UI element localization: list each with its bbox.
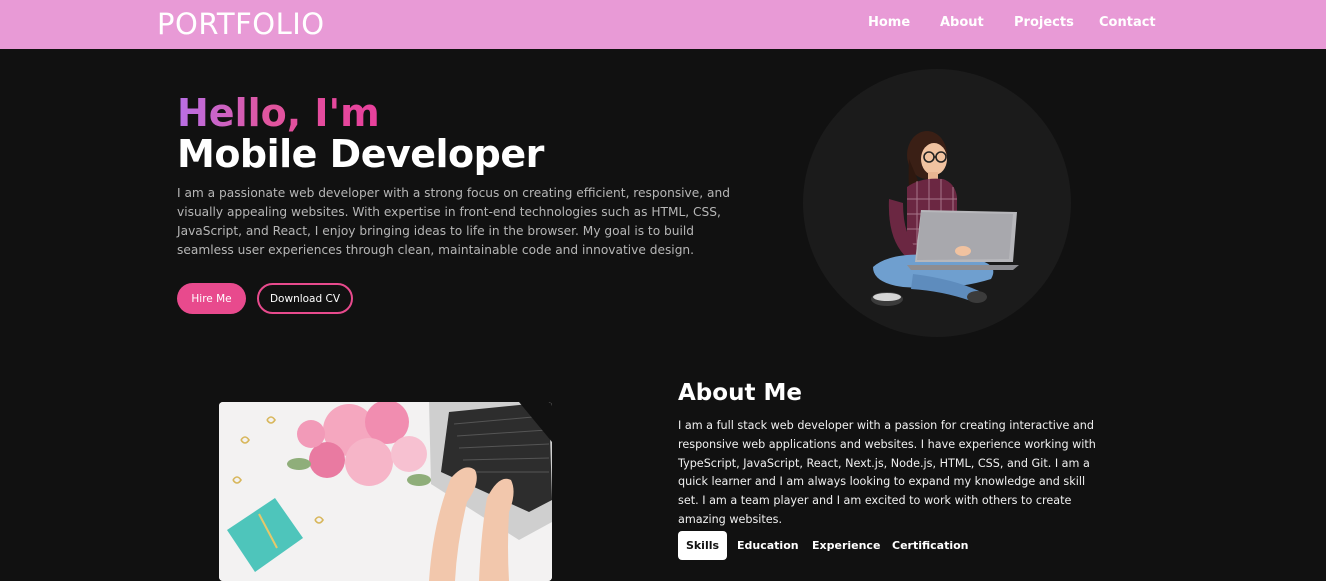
download-cv-button[interactable]: Download CV bbox=[257, 283, 353, 314]
about-text: I am a full stack web developer with a p… bbox=[678, 419, 1096, 526]
hero-profile-image bbox=[803, 69, 1071, 337]
nav-projects-link[interactable]: Projects bbox=[1014, 15, 1074, 30]
tab-certification[interactable]: Certification bbox=[892, 531, 969, 560]
hero-description: I am a passionate web developer with a s… bbox=[177, 186, 730, 257]
tab-skills[interactable]: Skills bbox=[678, 531, 727, 560]
navbar: PORTFOLIO Home About Projects Contact bbox=[0, 0, 1326, 49]
hero-greeting: Hello, I'm bbox=[177, 91, 380, 135]
logo[interactable]: PORTFOLIO bbox=[157, 7, 325, 41]
nav-home-link[interactable]: Home bbox=[868, 15, 910, 30]
workspace-photo-illustration bbox=[219, 402, 552, 581]
nav-about-link[interactable]: About bbox=[940, 15, 984, 30]
hero-role-title: Mobile Developer bbox=[177, 132, 544, 176]
tab-education[interactable]: Education bbox=[737, 531, 799, 560]
hire-me-button[interactable]: Hire Me bbox=[177, 283, 246, 314]
woman-with-laptop-illustration bbox=[871, 131, 1019, 306]
nav-contact-link[interactable]: Contact bbox=[1099, 15, 1156, 30]
tab-experience[interactable]: Experience bbox=[812, 531, 880, 560]
about-title: About Me bbox=[678, 380, 802, 406]
about-photo bbox=[219, 402, 552, 581]
